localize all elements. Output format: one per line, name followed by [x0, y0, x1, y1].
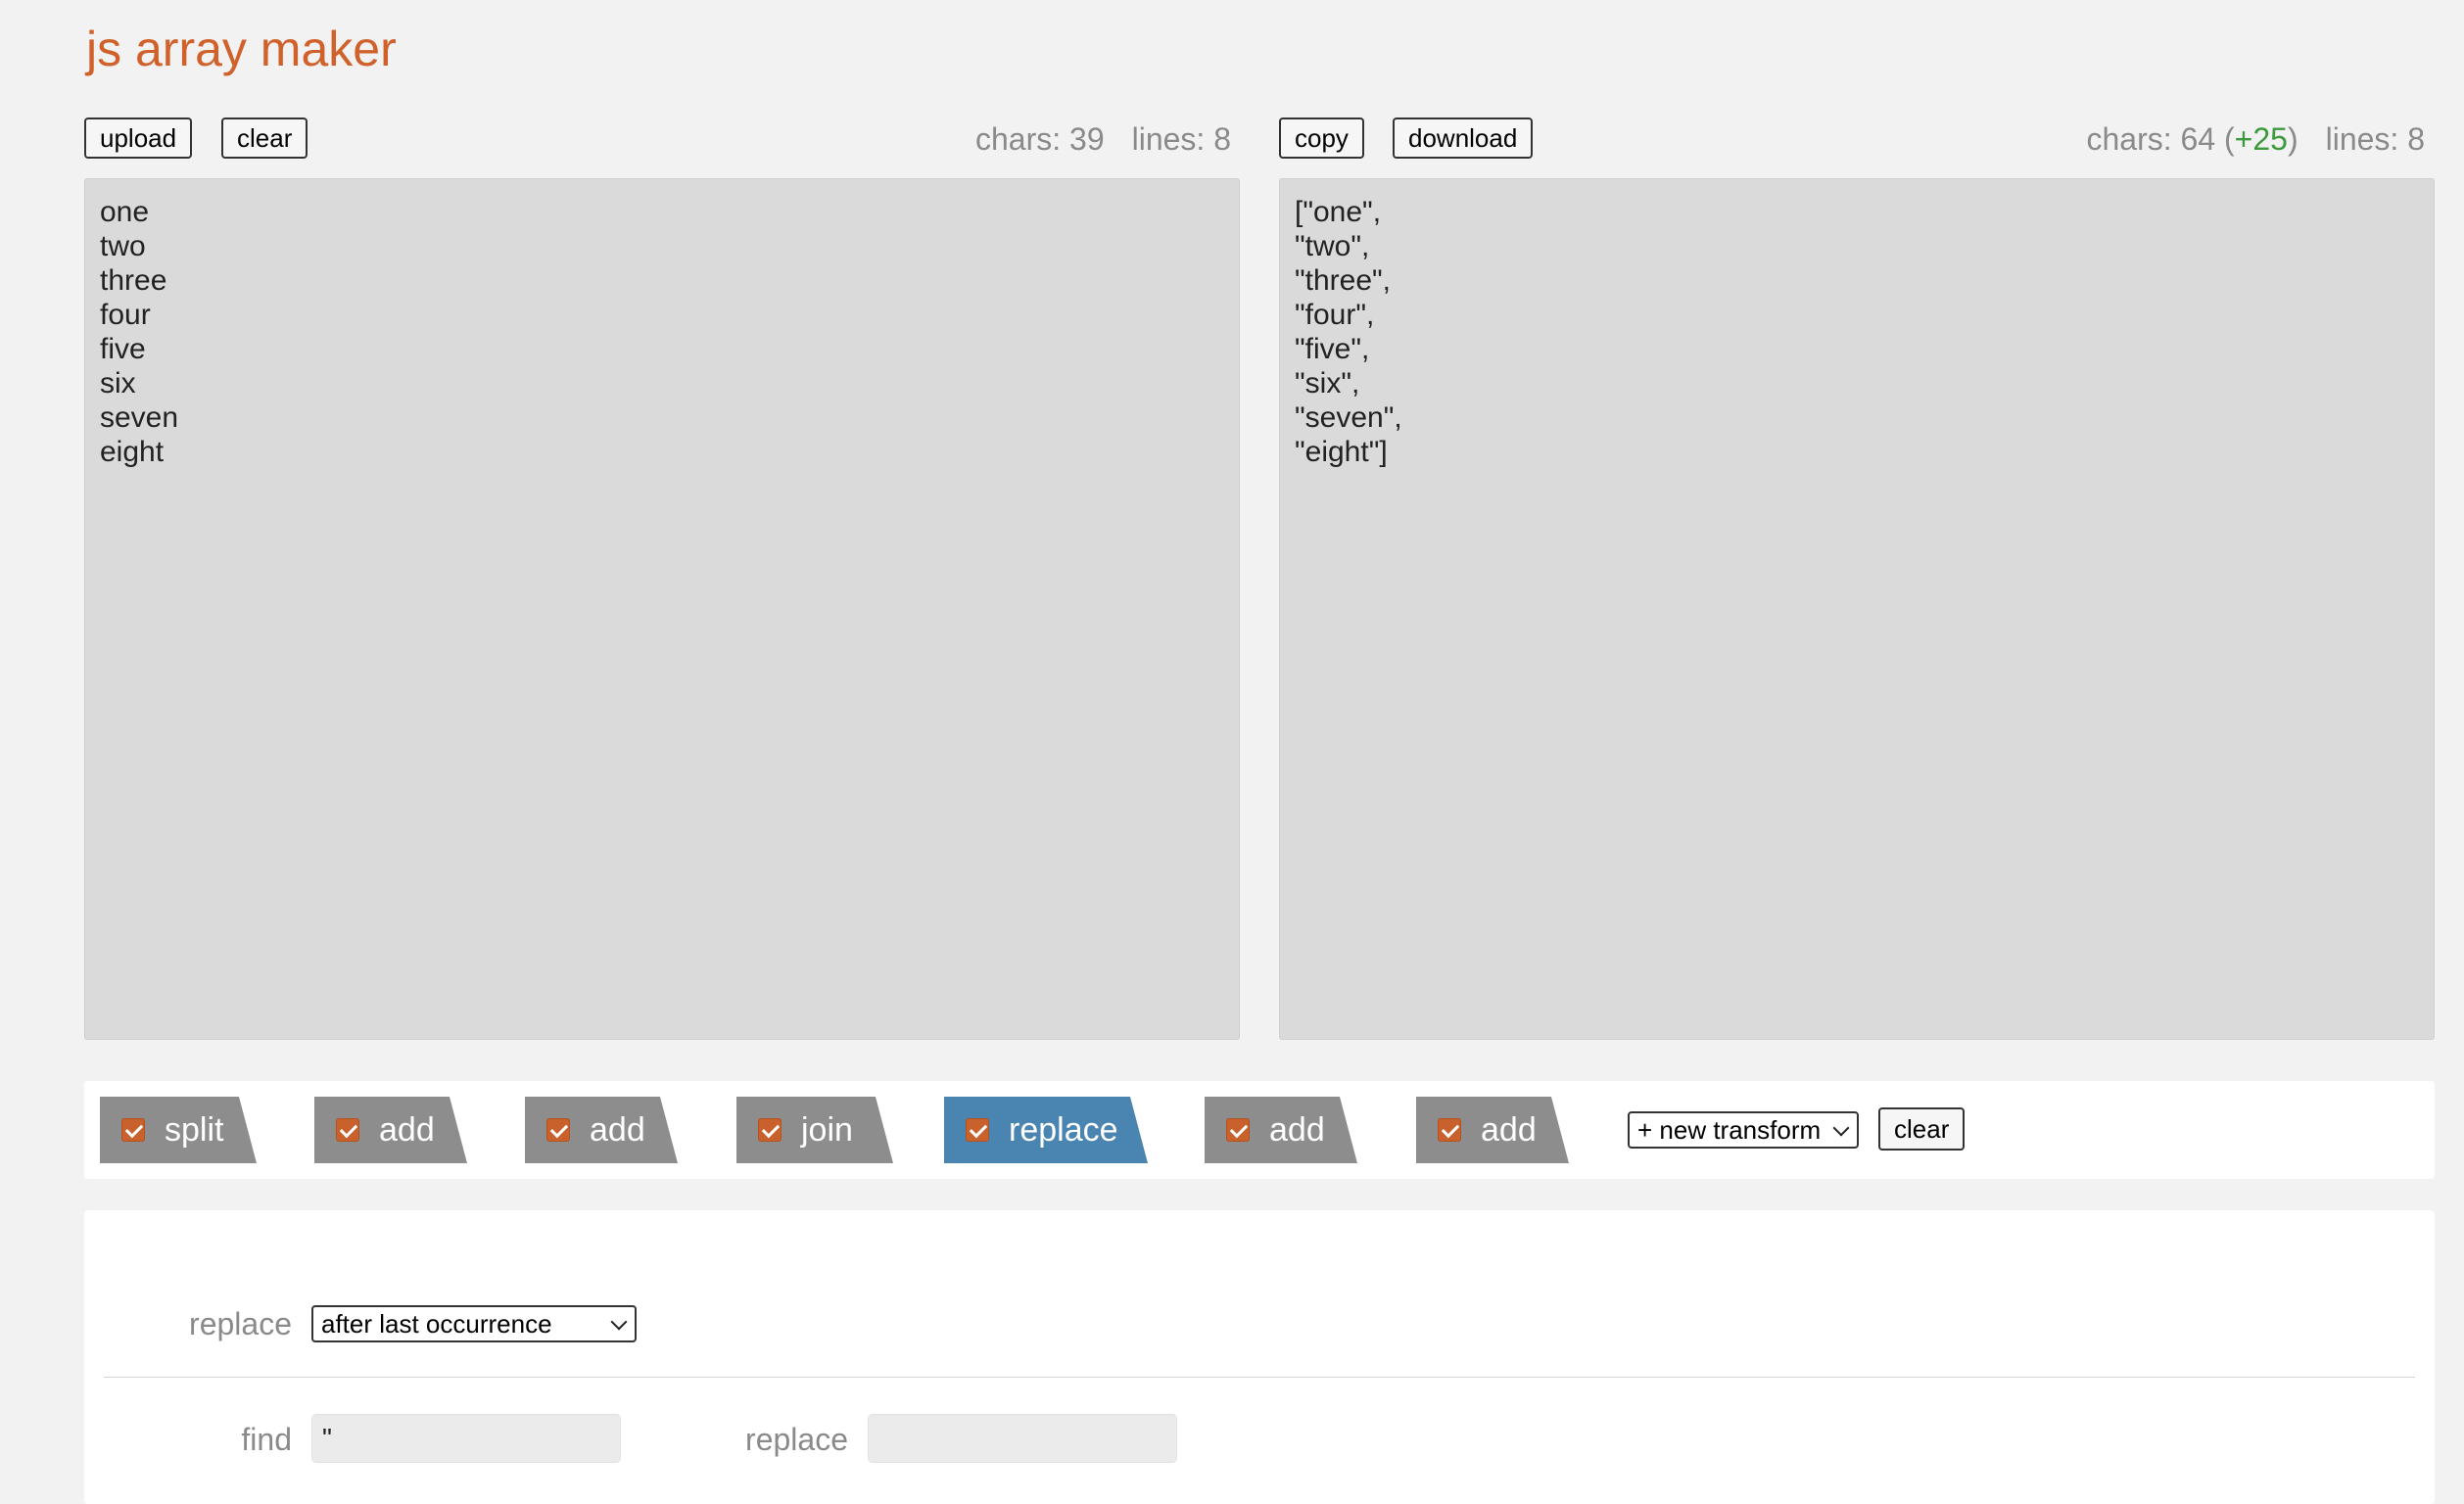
checkbox-checked-icon[interactable] — [121, 1118, 145, 1142]
download-button[interactable]: download — [1393, 118, 1534, 159]
transform-settings-panel: replace after last occurrence find " rep… — [84, 1210, 2435, 1504]
new-transform-select[interactable]: + new transform — [1628, 1111, 1859, 1149]
output-stats: chars: 64 (+25) lines: 8 — [2087, 119, 2426, 159]
find-input[interactable]: " — [311, 1414, 621, 1463]
chars-delta: +25 — [2234, 121, 2288, 157]
transform-tabbar: split add add join replace add add + new… — [84, 1081, 2435, 1179]
checkbox-checked-icon[interactable] — [1226, 1118, 1250, 1142]
transform-tab-add-2[interactable]: add — [525, 1097, 678, 1163]
replace-mode-label: replace — [189, 1306, 292, 1341]
replace-with-label: replace — [745, 1422, 848, 1457]
checkbox-checked-icon[interactable] — [1438, 1118, 1461, 1142]
clear-transforms-button[interactable]: clear — [1878, 1107, 1966, 1151]
checkbox-checked-icon[interactable] — [758, 1118, 782, 1142]
find-label: find — [241, 1422, 292, 1457]
input-lines-count: lines: 8 — [1131, 121, 1231, 157]
chevron-down-icon — [1832, 1119, 1850, 1137]
transform-tab-add-3[interactable]: add — [1205, 1097, 1357, 1163]
transform-tab-add-4[interactable]: add — [1416, 1097, 1569, 1163]
input-textarea[interactable]: one two three four five six seven eight — [84, 178, 1240, 1040]
transform-tab-add-1[interactable]: add — [314, 1097, 467, 1163]
transform-tab-label: add — [379, 1111, 435, 1149]
replace-mode-select[interactable]: after last occurrence — [311, 1305, 637, 1342]
transform-tab-label: add — [1269, 1111, 1325, 1149]
checkbox-checked-icon[interactable] — [546, 1118, 570, 1142]
copy-button[interactable]: copy — [1279, 118, 1364, 159]
new-transform-select-value: + new transform — [1637, 1115, 1822, 1145]
output-textarea[interactable]: ["one", "two", "three", "four", "five", … — [1279, 178, 2435, 1040]
transform-tab-label: add — [590, 1111, 645, 1149]
transform-tab-join[interactable]: join — [736, 1097, 893, 1163]
input-stats: chars: 39 lines: 8 — [975, 119, 1231, 159]
transform-tab-label: add — [1481, 1111, 1537, 1149]
upload-button[interactable]: upload — [84, 118, 193, 159]
replace-mode-select-value: after last occurrence — [321, 1309, 552, 1339]
transform-tab-split[interactable]: split — [100, 1097, 257, 1163]
transform-tab-label: join — [801, 1111, 853, 1149]
settings-divider — [104, 1377, 2415, 1378]
checkbox-checked-icon[interactable] — [336, 1118, 359, 1142]
input-chars-count: chars: 39 — [974, 121, 1105, 157]
output-lines-count: lines: 8 — [2325, 121, 2425, 157]
transform-tab-label: replace — [1009, 1111, 1118, 1149]
output-chars-count: chars: 64 (+25) — [2086, 121, 2298, 157]
transform-tab-label: split — [165, 1111, 224, 1149]
chevron-down-icon — [610, 1313, 628, 1331]
transform-tab-replace[interactable]: replace — [944, 1097, 1148, 1163]
checkbox-checked-icon[interactable] — [966, 1118, 989, 1142]
replace-input[interactable] — [868, 1414, 1177, 1463]
app-title: js array maker — [86, 22, 397, 76]
clear-input-button[interactable]: clear — [221, 118, 308, 159]
